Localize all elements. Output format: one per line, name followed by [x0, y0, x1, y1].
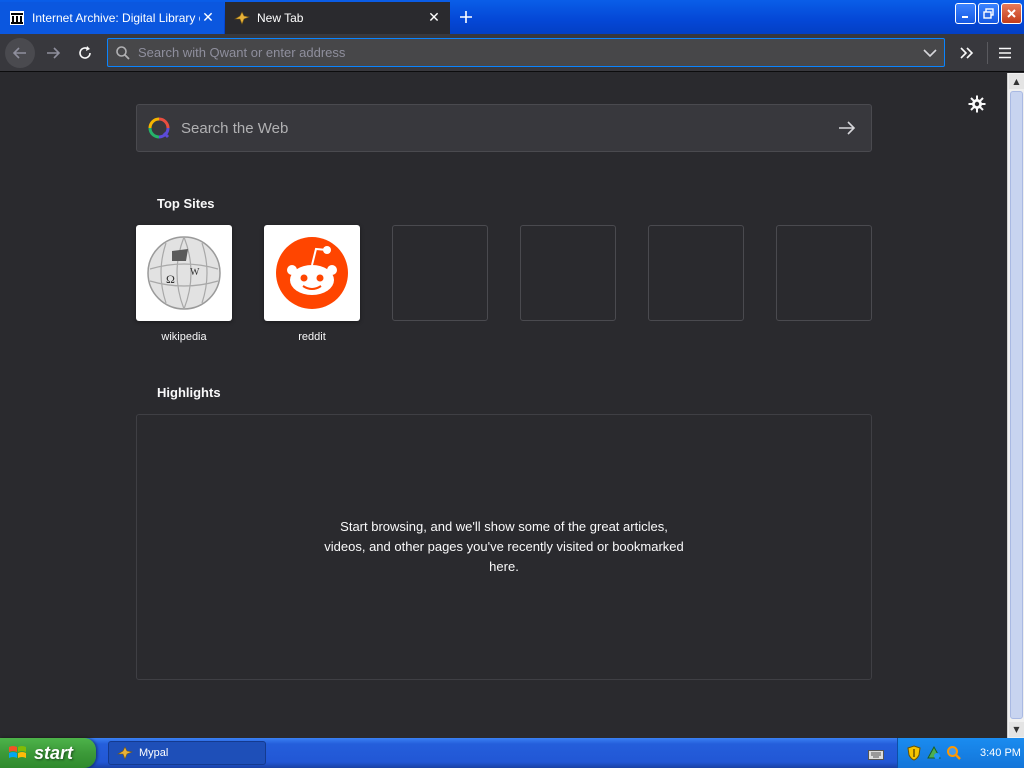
- search-icon: [108, 45, 138, 61]
- hamburger-menu-icon[interactable]: [990, 38, 1020, 68]
- tab-strip: Internet Archive: Digital Library of ✕ N…: [0, 0, 1024, 34]
- forward-button[interactable]: [38, 38, 68, 68]
- tab-new-tab[interactable]: New Tab ✕: [225, 2, 450, 34]
- top-site-tile-empty[interactable]: [648, 225, 744, 321]
- close-tab-icon[interactable]: ✕: [426, 10, 442, 26]
- minimize-button[interactable]: [955, 3, 976, 24]
- web-search-box[interactable]: [136, 104, 872, 152]
- new-tab-page: Top Sites Ω W wikipedia reddit Highlight…: [0, 73, 1007, 738]
- gear-icon[interactable]: [966, 93, 988, 115]
- qwant-logo-icon: [137, 116, 181, 140]
- clock: 3:40 PM: [980, 747, 1021, 759]
- vertical-scrollbar[interactable]: ▲ ▼: [1007, 73, 1024, 738]
- overflow-chevron-icon[interactable]: [952, 38, 982, 68]
- top-site-tile-empty[interactable]: [776, 225, 872, 321]
- back-button[interactable]: [5, 38, 35, 68]
- highlights-message: Start browsing, and we'll show some of t…: [324, 519, 684, 574]
- windows-flag-icon: [9, 746, 26, 758]
- tab-title: Internet Archive: Digital Library of: [32, 11, 200, 25]
- security-shield-icon[interactable]: [906, 745, 922, 761]
- nav-toolbar: [0, 34, 1024, 72]
- top-site-tile-wikipedia[interactable]: Ω W: [136, 225, 232, 321]
- web-search-input[interactable]: [181, 119, 823, 137]
- wikipedia-globe-icon: Ω W: [147, 236, 221, 310]
- scrollbar-thumb[interactable]: [1010, 91, 1023, 719]
- address-input[interactable]: [138, 45, 916, 60]
- top-site-label: reddit: [298, 331, 326, 343]
- tab-title: New Tab: [257, 11, 304, 25]
- system-tray: 3:40 PM: [897, 738, 1024, 768]
- reddit-icon: [276, 237, 348, 309]
- toolbar-divider: [987, 42, 988, 64]
- highlights-heading: Highlights: [157, 385, 221, 400]
- reload-button[interactable]: [70, 38, 100, 68]
- top-site-tile-reddit[interactable]: [264, 225, 360, 321]
- reload-icon: [79, 46, 91, 59]
- start-button[interactable]: start: [0, 738, 96, 768]
- mypal-bird-icon: [117, 746, 133, 760]
- arrow-right-icon: [47, 47, 61, 59]
- svg-text:W: W: [190, 267, 200, 278]
- svg-text:Ω: Ω: [166, 272, 175, 286]
- start-label: start: [34, 742, 74, 763]
- highlights-empty-state: Start browsing, and we'll show some of t…: [136, 414, 872, 680]
- taskbar-item-mypal[interactable]: Mypal: [108, 741, 266, 765]
- arrow-left-icon: [12, 47, 26, 59]
- url-bar[interactable]: [107, 38, 945, 67]
- scroll-down-arrow-icon[interactable]: ▼: [1009, 722, 1024, 737]
- chevron-down-icon[interactable]: [916, 48, 944, 58]
- new-tab-plus-icon[interactable]: [454, 5, 478, 29]
- tab-internet-archive[interactable]: Internet Archive: Digital Library of ✕: [0, 2, 224, 34]
- window-controls: [955, 3, 1022, 24]
- taskbar-item-label: Mypal: [139, 747, 169, 759]
- keyboard-icon[interactable]: [868, 746, 884, 765]
- restore-button[interactable]: [978, 3, 999, 24]
- archive-icon: [8, 9, 26, 27]
- top-site-label: wikipedia: [161, 331, 207, 343]
- top-site-tile-empty[interactable]: [520, 225, 616, 321]
- arrow-right-icon[interactable]: [823, 120, 871, 136]
- close-window-button[interactable]: [1001, 3, 1022, 24]
- taskbar: start Mypal 3:40 PM: [0, 738, 1024, 768]
- top-site-tile-empty[interactable]: [392, 225, 488, 321]
- network-icon[interactable]: [926, 745, 942, 761]
- mypal-bird-icon: [233, 9, 251, 27]
- search-magnifier-icon[interactable]: [946, 745, 962, 761]
- scroll-up-arrow-icon[interactable]: ▲: [1009, 74, 1024, 89]
- top-sites-heading: Top Sites: [157, 196, 215, 211]
- close-tab-icon[interactable]: ✕: [200, 10, 216, 26]
